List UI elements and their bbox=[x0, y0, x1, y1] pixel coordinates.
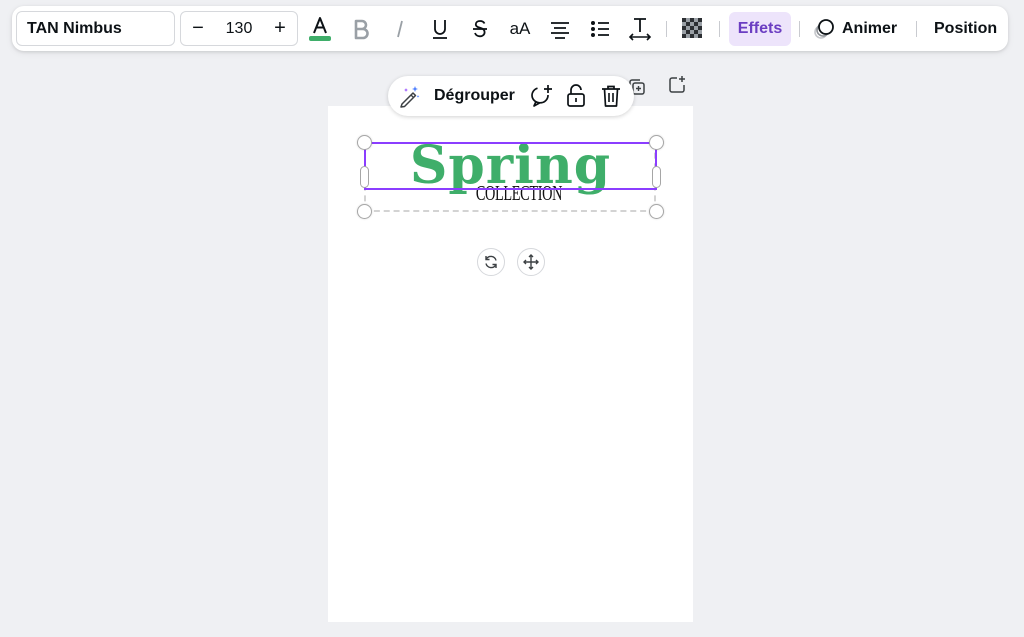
underline-icon bbox=[433, 20, 447, 39]
transparency-icon bbox=[682, 18, 704, 40]
toolbar-divider bbox=[799, 21, 800, 37]
resize-handle-left[interactable] bbox=[360, 166, 369, 188]
align-center-button[interactable] bbox=[546, 15, 574, 43]
resize-handle-right[interactable] bbox=[652, 166, 661, 188]
decrease-font-size-button[interactable]: − bbox=[185, 16, 211, 42]
list-icon bbox=[591, 21, 609, 37]
ungroup-button[interactable]: Dégrouper bbox=[434, 82, 515, 110]
rotate-button[interactable] bbox=[477, 248, 505, 276]
magic-edit-button[interactable] bbox=[396, 82, 422, 110]
resize-handle-top-left[interactable] bbox=[357, 135, 372, 150]
text-color-icon bbox=[309, 17, 331, 41]
trash-icon bbox=[602, 85, 620, 107]
letter-case-icon: aA bbox=[509, 19, 531, 38]
ungroup-label: Dégrouper bbox=[434, 87, 515, 104]
add-page-button[interactable] bbox=[666, 74, 688, 96]
lock-button[interactable] bbox=[564, 82, 588, 110]
font-family-select[interactable]: TAN Nimbus bbox=[16, 11, 175, 46]
transparency-button[interactable] bbox=[679, 15, 707, 43]
underline-button[interactable] bbox=[426, 15, 454, 43]
add-page-icon bbox=[669, 76, 685, 93]
move-icon bbox=[523, 254, 539, 270]
strikethrough-icon bbox=[473, 20, 487, 38]
magic-edit-icon bbox=[400, 86, 420, 108]
increase-font-size-button[interactable]: + bbox=[267, 16, 293, 42]
comment-add-button[interactable] bbox=[528, 82, 556, 110]
bold-button[interactable] bbox=[347, 15, 375, 43]
animate-button[interactable]: Animer bbox=[812, 12, 897, 46]
move-button[interactable] bbox=[517, 248, 545, 276]
spacing-icon bbox=[628, 18, 652, 41]
italic-icon bbox=[397, 20, 403, 38]
toolbar-divider bbox=[719, 21, 720, 37]
font-size-stepper: − 130 + bbox=[180, 11, 298, 46]
rotate-icon bbox=[485, 255, 497, 269]
text-toolbar: TAN Nimbus − 130 + aA Effets Animer Posi… bbox=[12, 6, 1008, 51]
delete-button[interactable] bbox=[599, 82, 623, 110]
comment-add-icon bbox=[531, 85, 552, 107]
animate-icon bbox=[814, 19, 834, 39]
position-button[interactable]: Position bbox=[934, 12, 997, 46]
font-family-label: TAN Nimbus bbox=[27, 19, 122, 37]
effects-button[interactable]: Effets bbox=[729, 12, 791, 46]
text-color-button[interactable] bbox=[306, 15, 334, 43]
resize-handle-bottom-right[interactable] bbox=[649, 204, 664, 219]
font-size-input[interactable]: 130 bbox=[226, 20, 253, 38]
strikethrough-button[interactable] bbox=[466, 15, 494, 43]
resize-handle-top-right[interactable] bbox=[649, 135, 664, 150]
resize-handle-bottom-left[interactable] bbox=[357, 204, 372, 219]
spacing-button[interactable] bbox=[626, 15, 654, 43]
animate-label: Animer bbox=[842, 20, 898, 37]
align-center-icon bbox=[551, 22, 569, 39]
list-button[interactable] bbox=[586, 15, 614, 43]
italic-button[interactable] bbox=[386, 15, 414, 43]
letter-case-button[interactable]: aA bbox=[504, 15, 536, 43]
toolbar-divider bbox=[666, 21, 667, 37]
selected-text-box bbox=[364, 142, 657, 190]
toolbar-divider bbox=[916, 21, 917, 37]
bold-icon bbox=[354, 19, 369, 40]
lock-icon bbox=[567, 84, 585, 107]
element-context-toolbar: Dégrouper bbox=[388, 76, 634, 116]
